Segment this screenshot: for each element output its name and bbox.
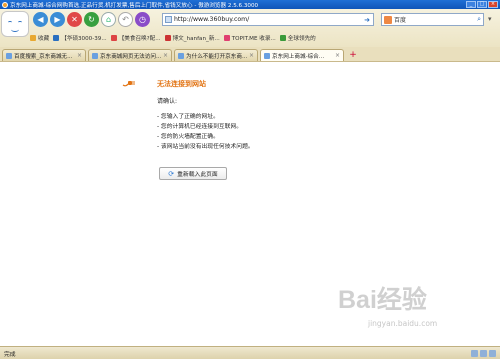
list-item: - 您的计算机已经连接到互联网。 bbox=[157, 124, 243, 130]
tab-favicon bbox=[92, 52, 98, 59]
address-bar[interactable]: http://www.360buy.com/ ➜ bbox=[162, 13, 374, 26]
broken-plug-icon bbox=[122, 81, 135, 87]
list-item: - 该网站当前没有出现任何技术问题。 bbox=[157, 144, 254, 150]
undo-close-button[interactable]: ↶ bbox=[118, 12, 133, 27]
tab-favicon bbox=[178, 52, 184, 59]
watermark: Bai经验 jingyan.baidu.com bbox=[338, 280, 494, 342]
status-icons bbox=[471, 349, 496, 357]
status-bar: 完成 bbox=[0, 346, 500, 359]
address-url[interactable]: http://www.360buy.com/ bbox=[174, 16, 364, 23]
tab-favicon bbox=[264, 52, 270, 59]
favorite-label: TOPIT.ME 收录... bbox=[231, 36, 276, 42]
favorite-label: 全球领先的 bbox=[287, 36, 316, 42]
search-bar[interactable]: 百度 ⌕ bbox=[381, 13, 484, 26]
maxthon-app-icon bbox=[2, 1, 8, 8]
browser-toolbar: ◀ ▶ ✕ ↻ ⌂ ↶ ◷ http://www.360buy.com/ ➜ 百… bbox=[0, 9, 500, 48]
error-checklist: - 您输入了正确的网址。 - 您的计算机已经连接到互联网。 - 您的防火墙配置正… bbox=[157, 112, 254, 152]
favorite-label: 收藏 bbox=[38, 36, 50, 42]
page-icon bbox=[110, 35, 117, 41]
window-controls: _ □ × bbox=[466, 1, 498, 8]
search-input[interactable]: 百度 bbox=[394, 15, 477, 24]
favorite-item[interactable]: TOPIT.ME 收录... bbox=[223, 34, 276, 42]
favorite-item[interactable]: 【美食召唤?配... bbox=[110, 34, 161, 42]
logo-eye-icon bbox=[18, 21, 22, 24]
minimize-button[interactable]: _ bbox=[466, 1, 476, 8]
tab-label: 京东网上商城-综合... bbox=[272, 53, 325, 60]
watermark-site: jingyan.baidu.com bbox=[368, 319, 438, 328]
close-icon[interactable]: × bbox=[163, 52, 168, 59]
refresh-icon: ⟳ bbox=[168, 169, 175, 178]
page-icon bbox=[165, 16, 172, 23]
tab-bar: 百度搜索_京东商城无... × 京东商城网页无法访问... × 为什么不能打开京… bbox=[0, 47, 500, 62]
tab-why-cannot-open[interactable]: 为什么不能打开京东商... × bbox=[174, 49, 258, 61]
close-icon[interactable]: × bbox=[77, 52, 82, 59]
tab-label: 为什么不能打开京东商... bbox=[186, 53, 247, 60]
stop-button[interactable]: ✕ bbox=[67, 12, 82, 27]
tab-favicon bbox=[6, 52, 12, 59]
error-confirm-label: 请确认: bbox=[157, 98, 178, 105]
list-item: - 您输入了正确的网址。 bbox=[157, 114, 219, 120]
close-icon[interactable]: × bbox=[249, 52, 254, 59]
error-title: 无法连接到网站 bbox=[157, 80, 206, 88]
title-bar: 京东网上商城-综合网购首选,正品行货,机打发票,售后上门取件,省钱又放心 - 傲… bbox=[0, 0, 500, 9]
tab-baidu-search[interactable]: 百度搜索_京东商城无... × bbox=[2, 49, 86, 61]
favorite-label: 【华硕3000-39... bbox=[61, 36, 107, 42]
history-button[interactable]: ◷ bbox=[135, 12, 150, 27]
favorite-item[interactable]: 全球领先的 bbox=[279, 34, 316, 42]
favorite-item[interactable]: 收藏 bbox=[30, 34, 49, 42]
close-icon[interactable]: × bbox=[335, 52, 340, 59]
network-icon[interactable] bbox=[471, 349, 478, 357]
zoom-icon[interactable] bbox=[489, 349, 496, 357]
logo-mouth-icon bbox=[11, 27, 19, 32]
go-icon[interactable]: ➜ bbox=[364, 16, 370, 24]
back-button[interactable]: ◀ bbox=[33, 12, 48, 27]
home-button[interactable]: ⌂ bbox=[101, 12, 116, 27]
tab-jd-unreachable[interactable]: 京东商城网页无法访问... × bbox=[88, 49, 172, 61]
download-icon[interactable] bbox=[480, 349, 487, 357]
favorite-item[interactable]: 博文_hanfan_新... bbox=[164, 34, 220, 42]
page-content: 无法连接到网站 请确认: - 您输入了正确的网址。 - 您的计算机已经连接到互联… bbox=[0, 62, 500, 346]
page-icon bbox=[279, 35, 286, 41]
tab-jd-store[interactable]: 京东网上商城-综合... × bbox=[260, 49, 344, 61]
watermark-logo: Bai经验 bbox=[338, 286, 427, 314]
favorite-label: 【美食召唤?配... bbox=[118, 36, 161, 42]
close-window-button[interactable]: × bbox=[488, 1, 498, 8]
star-icon bbox=[30, 35, 36, 41]
maximize-button[interactable]: □ bbox=[477, 1, 487, 8]
reload-label: 重新载入此页面 bbox=[177, 172, 218, 178]
tab-label: 京东商城网页无法访问... bbox=[100, 53, 161, 60]
refresh-button[interactable]: ↻ bbox=[84, 12, 99, 27]
new-tab-button[interactable]: + bbox=[347, 50, 359, 61]
favorite-label: 博文_hanfan_新... bbox=[172, 36, 220, 42]
list-item: - 您的防火墙配置正确。 bbox=[157, 134, 219, 140]
page-icon bbox=[53, 35, 60, 41]
search-icon[interactable]: ⌕ bbox=[477, 15, 481, 24]
browser-logo[interactable] bbox=[1, 11, 29, 37]
status-text: 完成 bbox=[4, 351, 16, 358]
page-icon bbox=[164, 35, 171, 41]
reload-page-button[interactable]: ⟳ 重新载入此页面 bbox=[159, 167, 227, 180]
menu-icon[interactable]: ▾ bbox=[488, 15, 492, 23]
logo-eye-icon bbox=[8, 21, 12, 24]
window-title: 京东网上商城-综合网购首选,正品行货,机打发票,售后上门取件,省钱又放心 - 傲… bbox=[10, 2, 259, 9]
favorite-item[interactable]: 【华硕3000-39... bbox=[53, 34, 107, 42]
tab-label: 百度搜索_京东商城无... bbox=[14, 53, 73, 60]
navigation-buttons: ◀ ▶ ✕ ↻ ⌂ ↶ ◷ bbox=[33, 12, 150, 27]
search-engine-icon[interactable] bbox=[384, 15, 392, 24]
forward-button[interactable]: ▶ bbox=[50, 12, 65, 27]
heart-icon bbox=[223, 35, 230, 41]
favorites-bar: 收藏 【华硕3000-39... 【美食召唤?配... 博文_hanfan_新.… bbox=[30, 32, 500, 44]
